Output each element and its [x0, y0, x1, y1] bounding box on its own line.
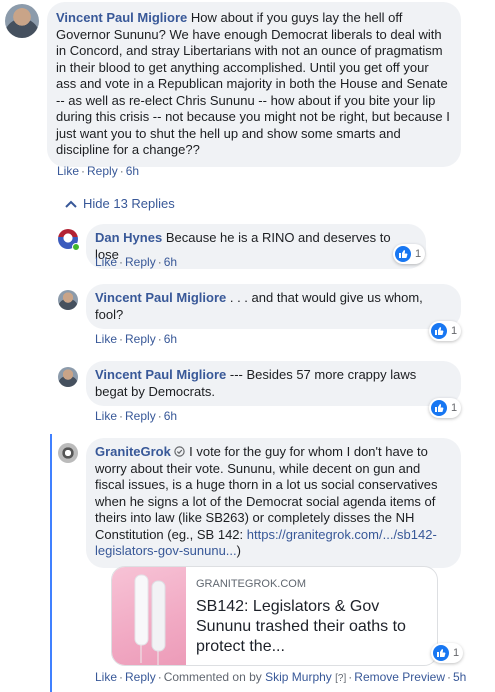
- reaction-number: 1: [451, 325, 458, 337]
- timestamp[interactable]: 6h: [164, 332, 177, 346]
- like-button[interactable]: Like: [95, 332, 117, 346]
- main-comment-bubble: Vincent Paul Migliore How about if you g…: [47, 2, 461, 167]
- reply-button[interactable]: Reply: [87, 164, 118, 178]
- reply-author[interactable]: Vincent Paul Migliore: [95, 367, 226, 382]
- reply-button[interactable]: Reply: [125, 255, 156, 269]
- commented-on-by-label: Commented on by: [163, 670, 262, 684]
- reply-actions: Like · Reply · 6h: [95, 255, 178, 269]
- avatar[interactable]: [58, 367, 78, 387]
- reply-bubble: Vincent Paul Migliore . . . and that wou…: [86, 284, 461, 329]
- hide-replies-toggle[interactable]: Hide 13 Replies: [65, 196, 175, 211]
- reply-author[interactable]: Vincent Paul Migliore: [95, 290, 226, 305]
- reply-actions: Like · Reply · 6h: [95, 409, 178, 423]
- preview-domain: GRANITEGROK.COM: [196, 578, 307, 590]
- reaction-count[interactable]: 1: [429, 398, 462, 418]
- preview-title[interactable]: SB142: Legislators & Gov Sununu trashed …: [196, 597, 421, 657]
- reply-author[interactable]: GraniteGrok: [95, 444, 171, 459]
- link-preview-card[interactable]: GRANITEGROK.COM SB142: Legislators & Gov…: [111, 566, 438, 666]
- reply-bubble: Vincent Paul Migliore --- Besides 57 mor…: [86, 361, 461, 406]
- comment-text: How about if you guys lay the hell off G…: [56, 10, 450, 157]
- thumbs-up-icon: [431, 323, 447, 339]
- reply-bubble: GraniteGrok I vote for the guy for whom …: [86, 438, 461, 568]
- online-indicator: [72, 243, 80, 251]
- chevron-up-icon: [65, 200, 77, 208]
- like-button[interactable]: Like: [95, 409, 117, 423]
- reaction-number: 1: [453, 647, 460, 659]
- thumbs-up-icon: [431, 400, 447, 416]
- reply-button[interactable]: Reply: [125, 409, 156, 423]
- timestamp[interactable]: 6h: [164, 255, 177, 269]
- reply-text-end: ): [236, 543, 241, 558]
- thumbs-up-icon: [433, 645, 449, 661]
- preview-thumbnail: [112, 567, 186, 665]
- like-button[interactable]: Like: [57, 164, 79, 178]
- reaction-number: 1: [451, 402, 458, 414]
- avatar[interactable]: [5, 4, 39, 38]
- tampon-image-icon: [134, 574, 166, 665]
- verified-badge-icon: [174, 446, 186, 457]
- reply-button[interactable]: Reply: [125, 332, 156, 346]
- commenter-link[interactable]: Skip Murphy: [265, 670, 332, 684]
- comment-author[interactable]: Vincent Paul Migliore: [56, 10, 187, 25]
- reply-author[interactable]: Dan Hynes: [95, 230, 162, 245]
- thread-highlight-line: [50, 434, 52, 692]
- like-button[interactable]: Like: [95, 670, 117, 684]
- avatar[interactable]: [58, 443, 78, 463]
- comment-actions: Like · Reply · 6h: [57, 164, 140, 178]
- remove-preview-button[interactable]: Remove Preview: [354, 670, 445, 684]
- reply-actions: Like · Reply · Commented on by Skip Murphy […: [95, 670, 467, 684]
- help-link[interactable]: [?]: [335, 673, 346, 684]
- reply-button[interactable]: Reply: [125, 670, 156, 684]
- hide-replies-label: Hide 13 Replies: [83, 196, 175, 211]
- reaction-count[interactable]: 1: [429, 321, 462, 341]
- avatar[interactable]: [58, 290, 78, 310]
- reaction-number: 1: [415, 248, 422, 260]
- timestamp[interactable]: 6h: [126, 164, 139, 178]
- reaction-count[interactable]: 1: [431, 643, 464, 663]
- timestamp[interactable]: 5h: [453, 670, 466, 684]
- like-button[interactable]: Like: [95, 255, 117, 269]
- reply-actions: Like · Reply · 6h: [95, 332, 178, 346]
- thumbs-up-icon: [395, 246, 411, 262]
- timestamp[interactable]: 6h: [164, 409, 177, 423]
- reaction-count[interactable]: 1: [393, 244, 426, 264]
